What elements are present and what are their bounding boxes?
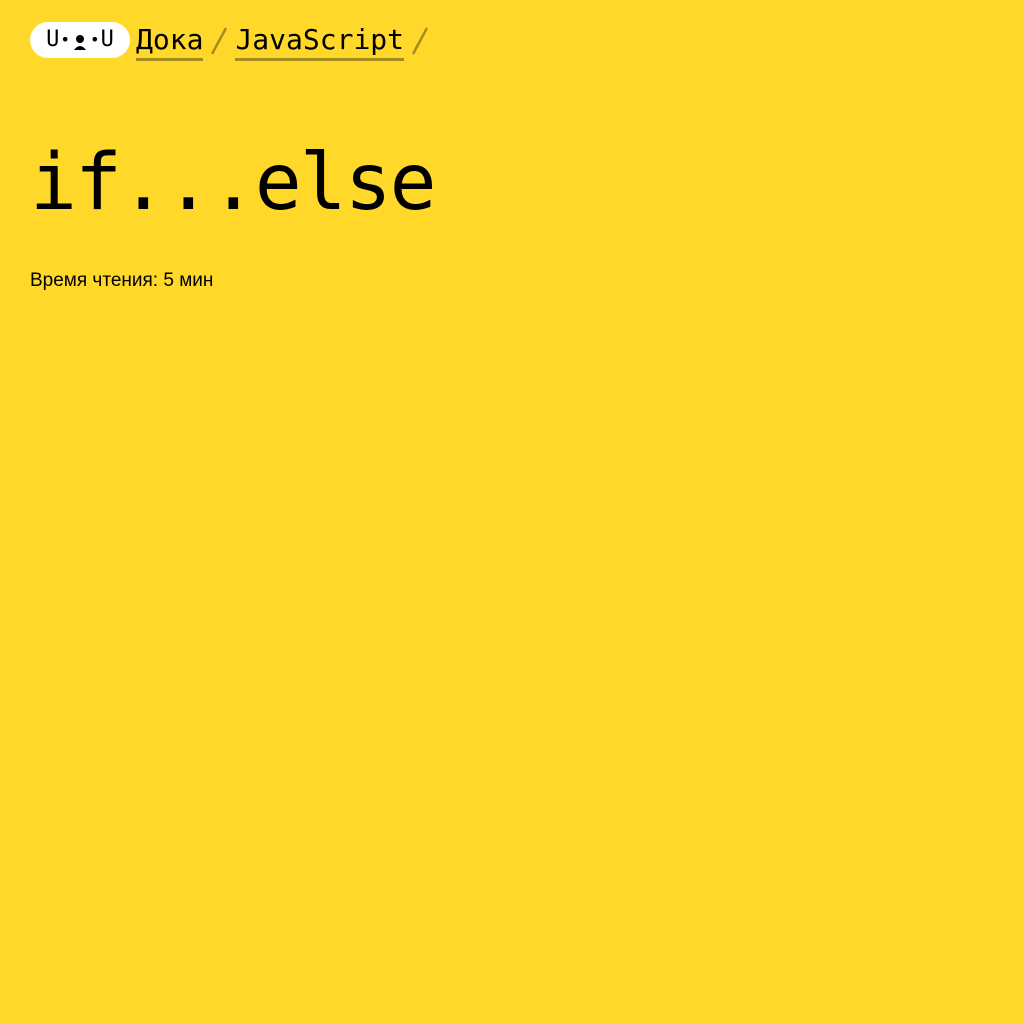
home-logo-link[interactable]: U • • U (30, 22, 130, 58)
logo-left-glyph: U (46, 27, 60, 52)
logo-dot-right: • (90, 30, 100, 49)
page: U • • U Дока JavaScript if...else Время … (0, 0, 1024, 1024)
doka-logo-face-icon (74, 35, 86, 50)
breadcrumb-link-doka[interactable]: Дока (136, 22, 204, 61)
logo-dot-left: • (60, 30, 70, 49)
breadcrumb: U • • U Дока JavaScript (30, 22, 436, 62)
slash-separator-icon (211, 27, 228, 55)
slash-separator-icon (411, 27, 429, 55)
breadcrumb-link-javascript[interactable]: JavaScript (235, 22, 405, 61)
page-title: if...else (30, 138, 437, 228)
logo-right-glyph: U (100, 27, 114, 52)
reading-time: Время чтения: 5 мин (30, 270, 214, 291)
